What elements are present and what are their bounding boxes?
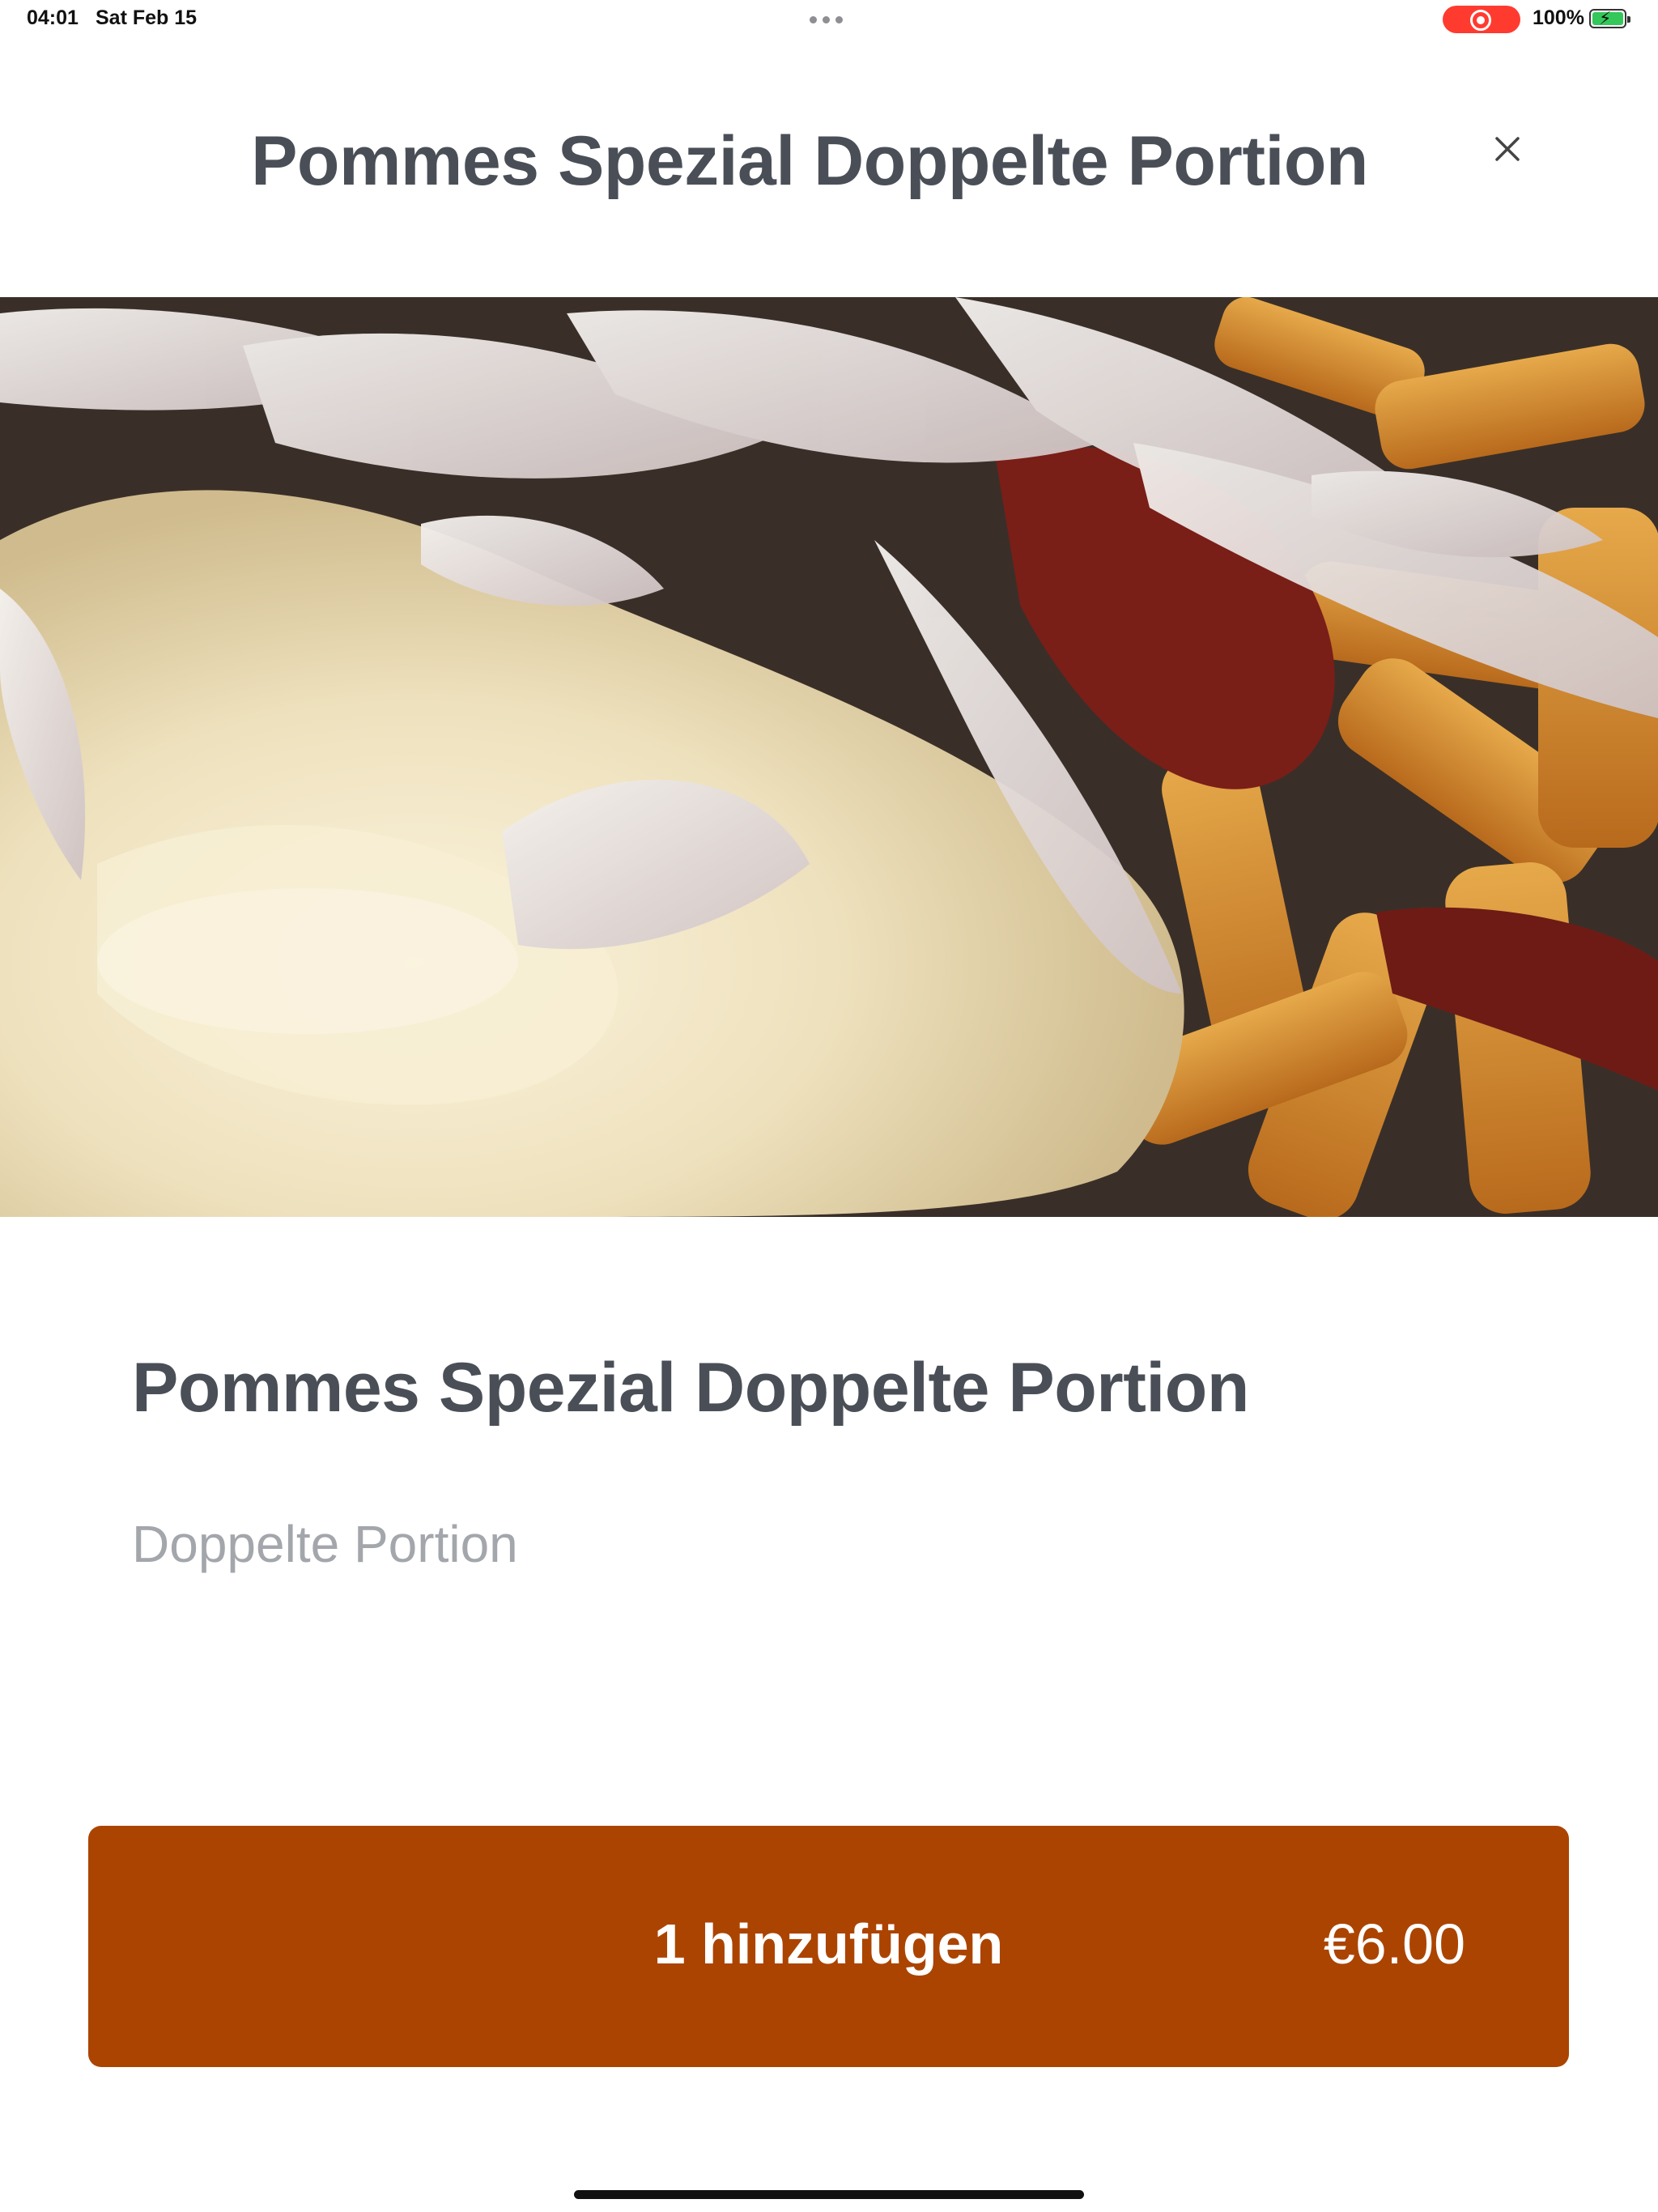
product-detail-page: 04:01 Sat Feb 15 100% ⚡ Pommes Spezial D… xyxy=(0,0,1658,2212)
close-button[interactable] xyxy=(1488,130,1527,168)
home-indicator[interactable] xyxy=(574,2190,1084,2199)
product-name: Pommes Spezial Doppelte Portion xyxy=(132,1349,1249,1427)
more-dots-icon[interactable] xyxy=(810,16,843,23)
status-bar: 04:01 Sat Feb 15 100% ⚡ xyxy=(0,0,1658,39)
add-to-cart-button[interactable]: 1 hinzufügen €6.00 xyxy=(88,1826,1569,2067)
product-image xyxy=(0,297,1658,1217)
page-title: Pommes Spezial Doppelte Portion xyxy=(251,122,1368,200)
status-time: 04:01 xyxy=(27,6,79,29)
recording-icon[interactable] xyxy=(1443,6,1520,33)
close-icon[interactable] xyxy=(1488,130,1527,168)
status-date: Sat Feb 15 xyxy=(96,6,198,29)
battery-icon: ⚡ xyxy=(1589,8,1630,28)
add-to-cart-price: €6.00 xyxy=(1323,1912,1465,1976)
battery-percentage: 100% xyxy=(1533,6,1584,29)
product-description: Doppelte Portion xyxy=(132,1515,518,1573)
